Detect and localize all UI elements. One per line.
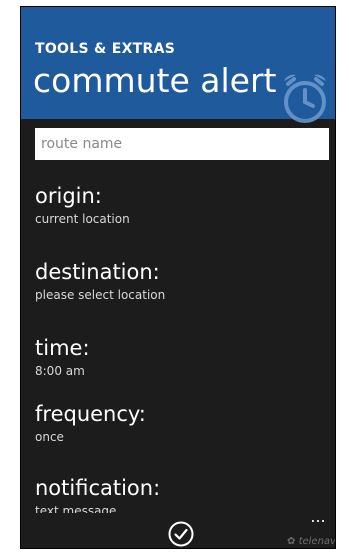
brand-text: telenav bbox=[298, 536, 336, 547]
notification-label: notification: bbox=[35, 476, 161, 500]
app-bar: ... ✿ telenav bbox=[21, 509, 336, 548]
frequency-label: frequency: bbox=[35, 402, 146, 426]
time-field[interactable]: time: 8:00 am bbox=[35, 335, 325, 379]
app-label: TOOLS & EXTRAS bbox=[35, 41, 176, 57]
phone-screen: TOOLS & EXTRAS commute alert origin: cur… bbox=[20, 6, 336, 549]
origin-field[interactable]: origin: current location bbox=[35, 183, 325, 227]
time-value: 8:00 am bbox=[35, 364, 85, 378]
page-title: commute alert bbox=[33, 61, 277, 100]
brand-mark-icon: ✿ bbox=[287, 536, 296, 547]
time-label: time: bbox=[35, 336, 90, 360]
origin-value: current location bbox=[35, 212, 130, 226]
frequency-value: once bbox=[35, 430, 64, 444]
checkmark-icon[interactable] bbox=[168, 521, 194, 547]
origin-label: origin: bbox=[35, 184, 102, 208]
destination-label: destination: bbox=[35, 260, 160, 284]
route-name-input[interactable] bbox=[35, 128, 329, 160]
page-header: TOOLS & EXTRAS commute alert bbox=[21, 7, 335, 123]
destination-value: please select location bbox=[35, 288, 166, 302]
destination-field[interactable]: destination: please select location bbox=[35, 259, 325, 303]
alarm-clock-icon bbox=[284, 74, 326, 123]
more-options-button[interactable]: ... bbox=[307, 509, 329, 525]
frequency-field[interactable]: frequency: once bbox=[35, 401, 325, 445]
telenav-logo: ✿ telenav bbox=[287, 536, 336, 547]
